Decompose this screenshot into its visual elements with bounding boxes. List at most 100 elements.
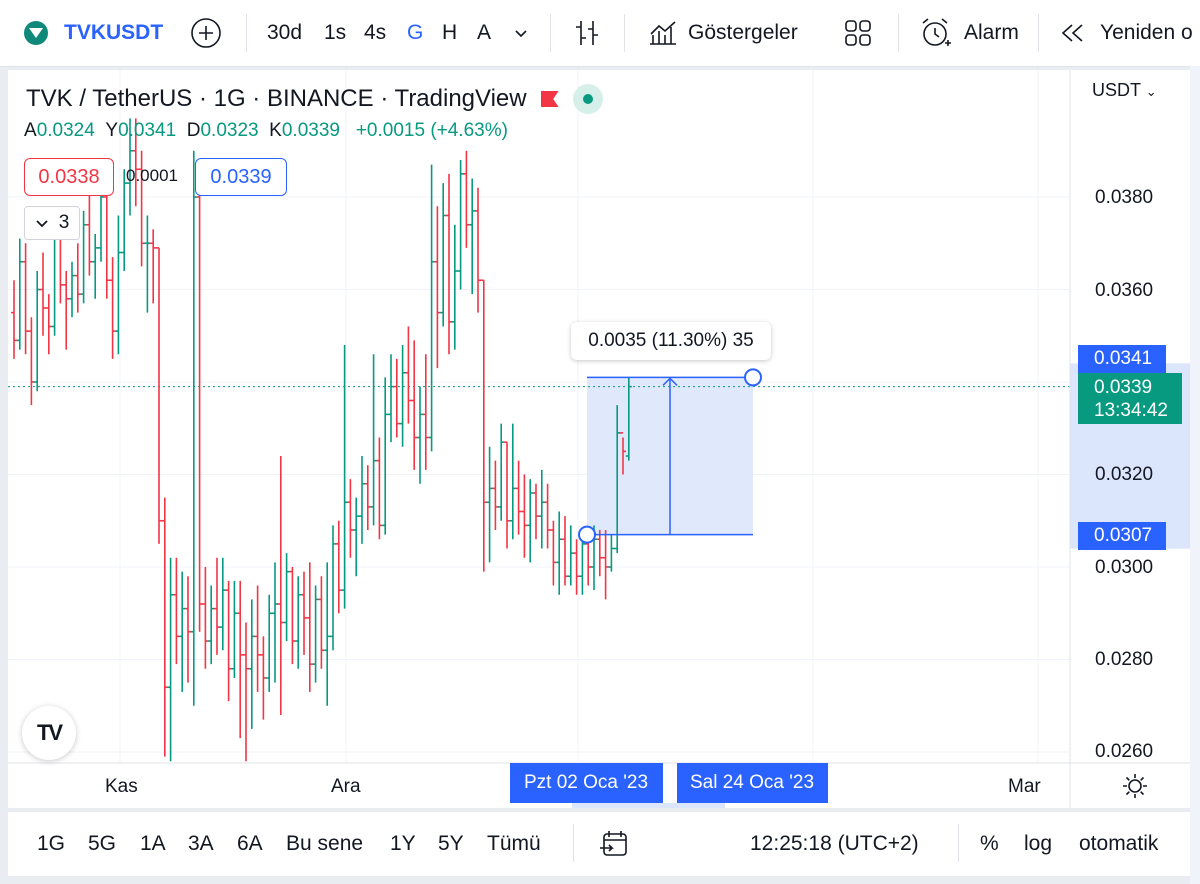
interval-a[interactable]: A [477, 0, 491, 66]
ohlc-bar [11, 280, 17, 359]
ohlc-bar [556, 511, 563, 595]
ohlc-values: A0.0324 Y0.0341 D0.0323 K0.0339 +0.0015 … [24, 120, 508, 142]
percent-scale-toggle[interactable]: % [980, 812, 999, 876]
range-start-date-tag: Pzt 02 Oca '23 [510, 763, 663, 803]
right-panel-edge [1190, 66, 1200, 884]
indicators-collapse-button[interactable]: 3 [24, 206, 80, 240]
ohlc-bar [196, 192, 203, 632]
ohlc-bar [544, 483, 551, 549]
ohlc-bar [301, 571, 307, 655]
ohlc-bar [185, 576, 191, 683]
range-1y[interactable]: 1Y [390, 812, 416, 876]
alarm-label: Alarm [964, 21, 1019, 44]
chart-type-button[interactable] [570, 0, 604, 66]
alarm-button[interactable]: Alarm [918, 0, 1019, 66]
interval-4s[interactable]: 4s [364, 0, 386, 66]
price-tick-0300: 0.0300 [1095, 557, 1154, 578]
high-label: Y [105, 120, 119, 141]
price-tick-0360: 0.0360 [1095, 280, 1154, 301]
ohlc-bar [463, 150, 470, 248]
bottom-divider [573, 824, 574, 862]
ohlc-bar [341, 345, 348, 609]
currency-unit-dropdown[interactable]: USDT ⌄ [1092, 80, 1157, 101]
ohlc-bar [219, 557, 226, 651]
toolbar-divider [624, 14, 625, 52]
indicators-label: Göstergeler [688, 21, 798, 44]
range-all[interactable]: Tümü [487, 812, 541, 876]
ohlc-bar [28, 317, 35, 406]
interval-h[interactable]: H [442, 0, 457, 66]
ohlc-bar [179, 571, 186, 692]
ohlc-bar [422, 354, 429, 470]
ohlc-bar [16, 238, 23, 350]
time-tick-mar: Mar [1008, 776, 1041, 797]
close-value: 0.0339 [281, 120, 340, 141]
compare-symbol-button[interactable] [190, 0, 222, 66]
range-1g[interactable]: 1G [37, 812, 65, 876]
ohlc-bar [318, 576, 325, 669]
buy-price-button[interactable]: 0.0339 [195, 158, 287, 196]
interval-1s[interactable]: 1s [324, 0, 346, 66]
symbol-search-button[interactable]: TVKUSDT [24, 0, 163, 66]
interval-30d[interactable]: 30d [267, 0, 302, 66]
intervals-dropdown[interactable] [512, 0, 530, 66]
ohlc-bar [109, 257, 116, 359]
ohlc-bar [411, 340, 418, 470]
flag-icon[interactable] [541, 91, 559, 107]
ohlc-bar [306, 562, 313, 692]
range-ytd[interactable]: Bu sene [286, 812, 363, 876]
chevron-down-icon: ⌄ [1145, 84, 1157, 99]
replay-button[interactable]: Yeniden o [1058, 0, 1193, 66]
measure-end-handle[interactable] [744, 368, 762, 387]
range-1a[interactable]: 1A [140, 812, 166, 876]
go-to-date-button[interactable] [598, 812, 630, 876]
spread-value: 0.0001 [126, 166, 178, 185]
ohlc-bar [428, 164, 435, 452]
measure-info-label: 0.0035 (11.30%) 35 [571, 322, 771, 360]
ohlc-bar [272, 562, 278, 683]
range-5y[interactable]: 5Y [438, 812, 464, 876]
interval-g-active[interactable]: G [407, 0, 423, 66]
indicators-button[interactable]: Göstergeler [646, 0, 798, 66]
range-5g[interactable]: 5G [88, 812, 116, 876]
ohlc-bar [521, 474, 528, 558]
ohlc-bar [330, 525, 336, 651]
ohlc-bar [144, 215, 151, 313]
ohlc-bars [11, 118, 632, 762]
chart-settings-button[interactable] [1122, 773, 1148, 804]
ohlc-bar [515, 460, 522, 535]
ohlc-bar [103, 183, 110, 299]
clock-timezone[interactable]: 12:25:18 (UTC+2) [750, 812, 919, 876]
ohlc-bar [225, 580, 232, 702]
range-6a[interactable]: 6A [237, 812, 263, 876]
low-value: 0.0323 [200, 120, 259, 141]
ohlc-bar [173, 557, 180, 665]
symbol-logo-icon [24, 21, 48, 45]
currency-unit-label: USDT [1092, 80, 1141, 100]
layout-button[interactable] [842, 0, 874, 66]
ohlc-bar [475, 187, 481, 313]
ohlc-bar [469, 178, 476, 295]
tradingview-logo[interactable]: TV [22, 706, 76, 760]
ohlc-bar [509, 423, 516, 540]
measure-start-handle[interactable] [578, 525, 596, 544]
auto-scale-toggle[interactable]: otomatik [1079, 812, 1158, 876]
chart-pane[interactable]: TVK / TetherUS · 1G · BINANCE · TradingV… [8, 70, 1190, 808]
toolbar-divider [898, 14, 899, 52]
ohlc-bar [254, 585, 261, 692]
ohlc-bar [382, 377, 389, 535]
alarm-clock-icon [922, 18, 951, 46]
ohlc-bar [359, 456, 365, 544]
market-status-icon[interactable] [572, 84, 603, 114]
ohlc-bar [608, 534, 615, 572]
ohlc-bar [214, 557, 220, 655]
ohlc-bar [150, 229, 157, 304]
range-3a[interactable]: 3A [188, 812, 214, 876]
ohlc-bar [202, 567, 209, 669]
rewind-icon [1061, 24, 1083, 42]
log-scale-toggle[interactable]: log [1024, 812, 1052, 876]
ohlc-bar [347, 479, 354, 558]
sell-price-button[interactable]: 0.0338 [24, 158, 114, 196]
top-toolbar: TVKUSDT 30d 1s 4s G H A Göstergeler Alar… [0, 0, 1200, 67]
price-chart-canvas[interactable] [8, 70, 1190, 808]
